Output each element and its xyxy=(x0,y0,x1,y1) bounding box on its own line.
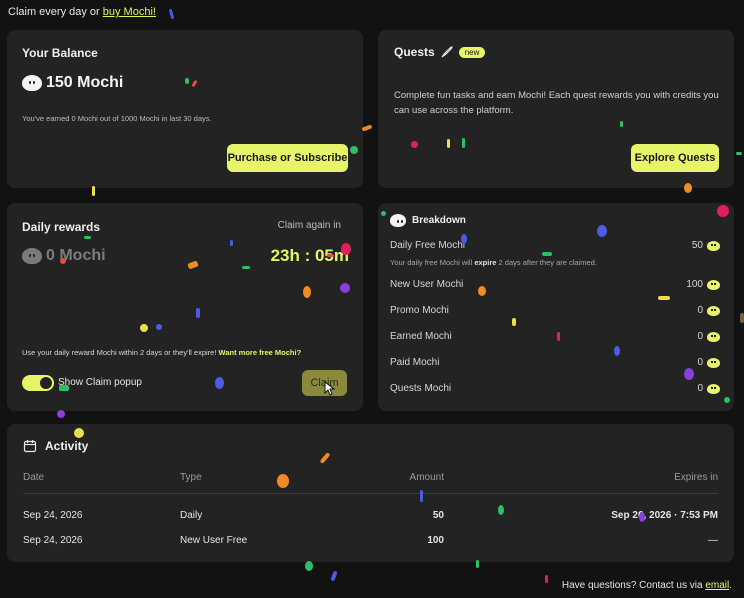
cursor-pointer-icon xyxy=(324,381,336,396)
rocket-icon xyxy=(441,46,453,58)
confetti-piece xyxy=(330,570,338,582)
breakdown-row-quests: Quests Mochi 0 xyxy=(390,383,720,394)
balance-title: Your Balance xyxy=(22,46,98,60)
mini-mochi-icon xyxy=(707,383,720,394)
breakdown-row-value-wrap: 0 xyxy=(697,357,720,368)
purchase-subscribe-button[interactable]: Purchase or Subscribe xyxy=(227,144,348,172)
breakdown-row-value-wrap: 0 xyxy=(697,331,720,342)
show-claim-popup-label: Show Claim popup xyxy=(58,377,142,388)
balance-amount: 150 Mochi xyxy=(46,74,124,91)
breakdown-row-promo: Promo Mochi 0 xyxy=(390,305,720,316)
claim-countdown: 23h : 05m xyxy=(270,246,349,265)
daily-amount: 0 Mochi xyxy=(46,247,106,264)
confetti-piece xyxy=(740,313,744,323)
quests-description: Complete fun tasks and earn Mochi! Each … xyxy=(394,90,719,116)
top-promo-text: Claim every day or xyxy=(8,6,103,18)
breakdown-row-new-user: New User Mochi 100 xyxy=(390,279,720,290)
confetti-piece xyxy=(57,410,65,418)
breakdown-row-label: New User Mochi xyxy=(390,279,464,290)
note-suffix: 2 days after they are claimed. xyxy=(496,258,597,267)
breakdown-row-value-wrap: 0 xyxy=(697,383,720,394)
cell-type: Daily xyxy=(180,510,203,521)
mochi-icon xyxy=(22,75,42,91)
breakdown-row-label: Promo Mochi xyxy=(390,305,449,316)
cell-date: Sep 24, 2026 xyxy=(23,510,83,521)
breakdown-row-label: Quests Mochi xyxy=(390,383,452,394)
mini-mochi-icon xyxy=(707,279,720,290)
confetti-piece xyxy=(168,8,175,20)
show-claim-popup-toggle[interactable] xyxy=(22,375,54,391)
breakdown-card: Breakdown Daily Free Mochi 50 Your daily… xyxy=(378,203,734,411)
breakdown-row-value: 0 xyxy=(697,383,703,394)
breakdown-title: Breakdown xyxy=(412,215,466,226)
cell-expires: Sep 26, 2026 · 7:53 PM xyxy=(611,510,718,521)
explore-quests-button[interactable]: Explore Quests xyxy=(631,144,719,172)
breakdown-row-value-wrap: 50 xyxy=(692,240,720,251)
balance-note: You've earned 0 Mochi out of 1000 Mochi … xyxy=(22,114,212,123)
balance-amount-row: 150 Mochi xyxy=(22,74,123,92)
breakdown-row-daily-free: Daily Free Mochi 50 xyxy=(390,240,720,251)
mini-mochi-icon xyxy=(707,331,720,342)
mini-mochi-icon xyxy=(707,357,720,368)
claim-again-label: Claim again in xyxy=(277,220,341,231)
cell-expires: — xyxy=(708,535,718,546)
breakdown-expire-note: Your daily free Mochi will expire 2 days… xyxy=(390,258,597,267)
col-header-expires: Expires in xyxy=(674,472,718,483)
cell-date: Sep 24, 2026 xyxy=(23,535,83,546)
breakdown-row-value: 50 xyxy=(691,240,703,251)
activity-header: Activity xyxy=(23,439,88,453)
quests-title: Quests xyxy=(394,45,435,59)
breakdown-row-label: Paid Mochi xyxy=(390,357,440,368)
footer-text: Have questions? Contact us via xyxy=(561,580,706,591)
quests-card: Quests new Complete fun tasks and earn M… xyxy=(378,30,734,188)
confetti-piece xyxy=(545,575,548,583)
daily-rewards-title: Daily rewards xyxy=(22,220,101,234)
new-badge: new xyxy=(458,46,486,58)
breakdown-row-value-wrap: 100 xyxy=(686,279,720,290)
balance-card: Your Balance 150 Mochi You've earned 0 M… xyxy=(7,30,363,188)
quests-header: Quests new xyxy=(394,45,486,59)
confetti-piece xyxy=(736,152,742,155)
cell-amount: 50 xyxy=(432,510,444,521)
footer-help: Have questions? Contact us via email. xyxy=(562,580,732,591)
mini-mochi-icon xyxy=(707,240,720,251)
mochi-icon xyxy=(390,214,406,227)
top-promo-line: Claim every day or buy Mochi! xyxy=(8,6,156,18)
col-header-amount: Amount xyxy=(409,472,444,483)
buy-mochi-link[interactable]: buy Mochi! xyxy=(103,6,156,18)
daily-warning: Use your daily reward Mochi within 2 day… xyxy=(22,348,301,357)
confetti-piece xyxy=(305,561,313,571)
activity-card: Activity Date Type Amount Expires in Sep… xyxy=(7,424,734,562)
breakdown-row-value-wrap: 0 xyxy=(697,305,720,316)
breakdown-header: Breakdown xyxy=(390,214,466,227)
breakdown-row-earned: Earned Mochi 0 xyxy=(390,331,720,342)
col-header-date: Date xyxy=(23,472,45,483)
footer-suffix: . xyxy=(729,580,732,591)
cell-amount: 100 xyxy=(427,535,444,546)
breakdown-row-paid: Paid Mochi 0 xyxy=(390,357,720,368)
email-link[interactable]: email xyxy=(705,580,729,591)
breakdown-row-label: Daily Free Mochi xyxy=(390,240,466,251)
activity-title: Activity xyxy=(45,439,89,453)
daily-rewards-card: Daily rewards 0 Mochi Claim again in 23h… xyxy=(7,203,363,411)
daily-amount-row: 0 Mochi xyxy=(22,247,106,265)
col-header-type: Type xyxy=(180,472,202,483)
breakdown-row-value: 100 xyxy=(686,279,703,290)
breakdown-row-label: Earned Mochi xyxy=(390,331,452,342)
calendar-icon xyxy=(23,440,37,453)
breakdown-row-value: 0 xyxy=(697,357,703,368)
cell-type: New User Free xyxy=(180,535,248,546)
breakdown-row-value: 0 xyxy=(697,331,703,342)
confetti-piece xyxy=(361,124,373,132)
table-divider xyxy=(23,493,718,494)
note-prefix: Your daily free Mochi will xyxy=(390,258,475,267)
mini-mochi-icon xyxy=(707,305,720,316)
mochi-grey-icon xyxy=(22,248,42,264)
more-free-mochi-link[interactable]: Want more free Mochi? xyxy=(219,348,302,357)
daily-warning-text: Use your daily reward Mochi within 2 day… xyxy=(22,348,217,357)
breakdown-row-value: 0 xyxy=(697,305,703,316)
note-bold: expire xyxy=(474,258,497,267)
